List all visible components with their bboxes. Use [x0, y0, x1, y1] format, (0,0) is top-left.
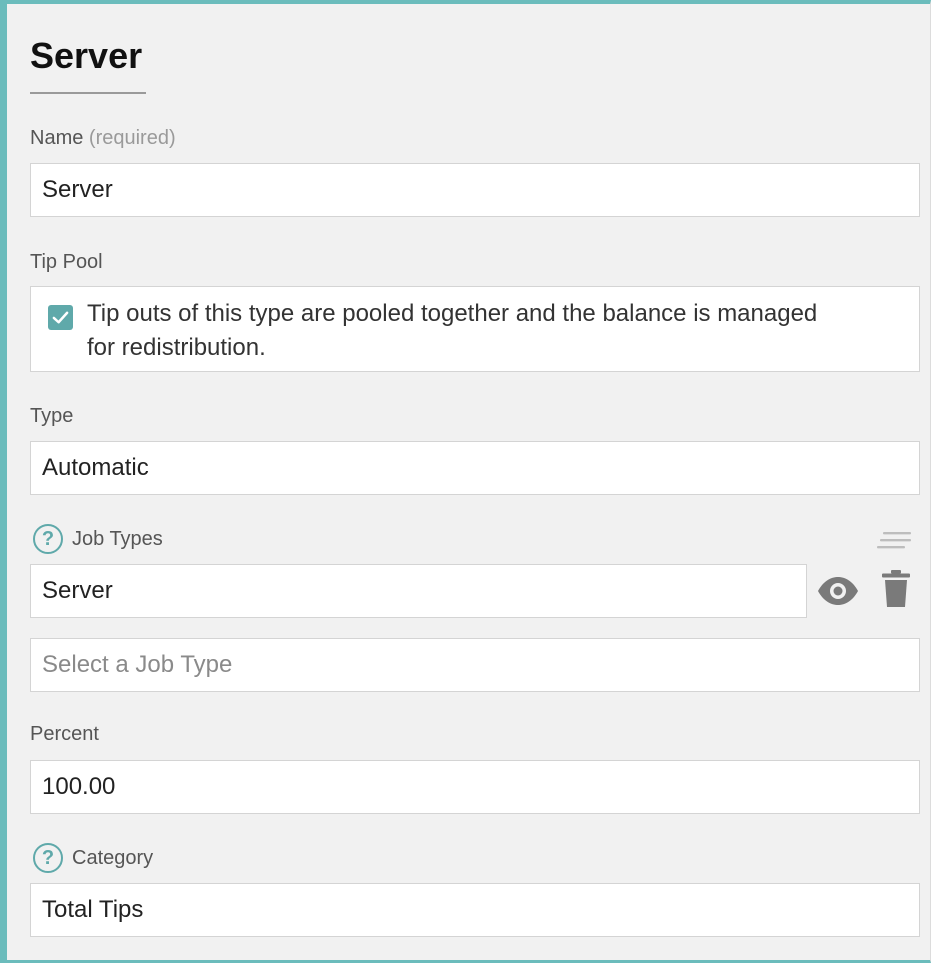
type-field[interactable]: Automatic: [30, 441, 920, 495]
tip-pool-label: Tip Pool: [30, 251, 103, 273]
help-circle-icon[interactable]: ?: [33, 843, 63, 873]
job-type-select[interactable]: Select a Job Type: [30, 638, 920, 692]
category-field[interactable]: Total Tips: [30, 883, 920, 937]
checkmark-icon: [52, 311, 69, 324]
name-label-text: Name: [30, 127, 84, 149]
job-types-label-text: Job Types: [72, 527, 163, 550]
percent-field[interactable]: 100.00: [30, 760, 920, 814]
category-label-text: Category: [72, 846, 154, 869]
tip-out-form-panel: Server Name (required) Server Tip Pool T…: [0, 0, 931, 963]
help-circle-icon[interactable]: ?: [33, 524, 63, 554]
percent-label: Percent: [30, 723, 99, 745]
tip-pool-box: Tip outs of this type are pooled togethe…: [30, 286, 920, 372]
eye-icon[interactable]: [816, 575, 860, 607]
type-label: Type: [30, 405, 74, 427]
job-types-label: ? Job Types: [33, 524, 163, 554]
page-title: Server: [30, 35, 143, 76]
title-underline: [30, 92, 146, 94]
name-field[interactable]: Server: [30, 163, 920, 217]
tip-pool-checkbox[interactable]: [48, 305, 73, 330]
trash-icon[interactable]: [881, 570, 911, 608]
name-label: Name (required): [30, 126, 176, 150]
category-label: ? Category: [33, 843, 153, 873]
drag-handle-icon[interactable]: [877, 529, 913, 553]
tip-pool-description: Tip outs of this type are pooled togethe…: [87, 300, 818, 361]
job-type-field[interactable]: Server: [30, 564, 807, 618]
required-hint: (required): [88, 127, 176, 149]
